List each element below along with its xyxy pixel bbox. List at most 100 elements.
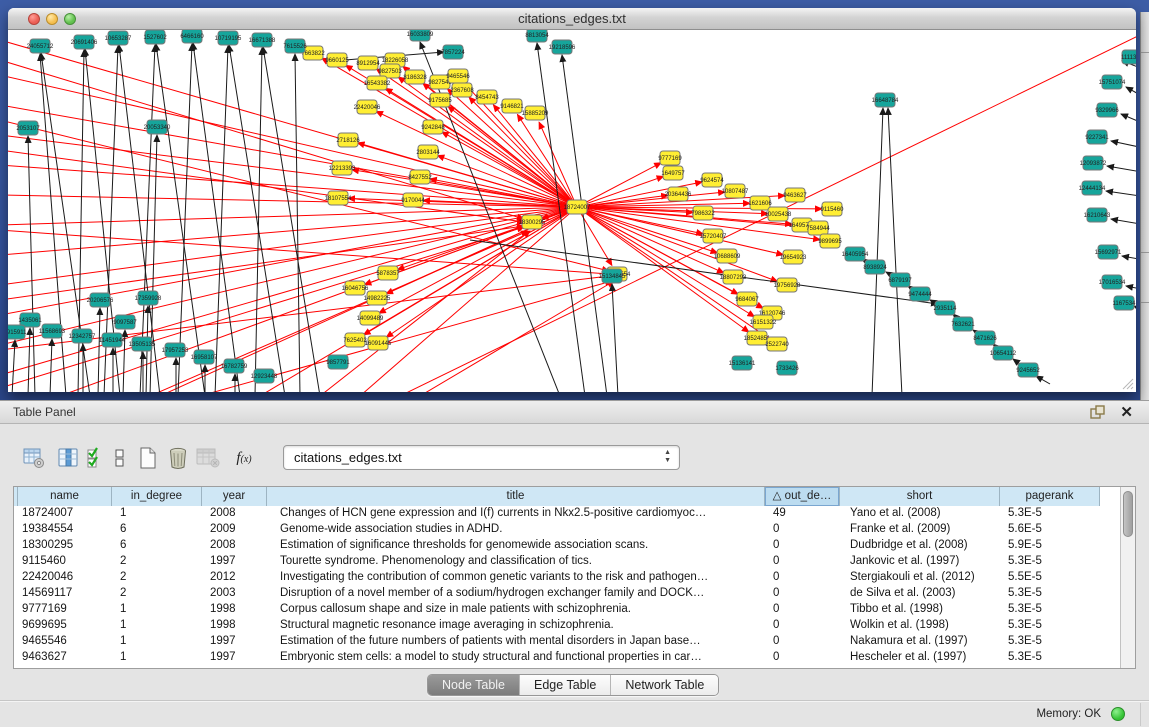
graph-node[interactable]: 16543382 bbox=[364, 76, 391, 90]
graph-node[interactable]: 17359928 bbox=[135, 291, 162, 305]
graph-node[interactable]: 12093872 bbox=[1080, 156, 1107, 170]
graph-node[interactable]: 9227341 bbox=[1085, 130, 1109, 144]
table-row[interactable]: 2242004622012Investigating the contribut… bbox=[14, 570, 1100, 586]
graph-node[interactable]: 14982225 bbox=[364, 291, 391, 305]
graph-node[interactable]: 1527602 bbox=[143, 30, 167, 44]
graph-node[interactable]: 8938924 bbox=[863, 260, 887, 274]
table-settings-button[interactable] bbox=[20, 443, 48, 473]
graph-node[interactable]: 6466160 bbox=[180, 30, 204, 43]
graph-node[interactable]: 15885209 bbox=[522, 106, 549, 120]
graph-node[interactable]: 15692971 bbox=[1095, 245, 1122, 259]
graph-node[interactable]: 9175685 bbox=[428, 93, 452, 107]
network-canvas[interactable]: 1872400718300295193845547663822966012589… bbox=[8, 30, 1136, 392]
graph-node[interactable]: 15136141 bbox=[729, 356, 756, 370]
function-builder-button[interactable]: f(x) bbox=[230, 443, 258, 473]
graph-node[interactable]: 7632621 bbox=[951, 317, 975, 331]
graph-node[interactable]: 12213393 bbox=[329, 161, 356, 175]
show-column-button[interactable] bbox=[54, 443, 82, 473]
graph-node[interactable]: 11568693 bbox=[39, 324, 66, 338]
graph-node[interactable]: 1111304 bbox=[1121, 50, 1136, 64]
graph-node[interactable]: 6879197 bbox=[888, 273, 912, 287]
graph-node[interactable]: 8427552 bbox=[408, 170, 432, 184]
graph-node[interactable]: 15720407 bbox=[700, 229, 727, 243]
graph-node[interactable]: 9329966 bbox=[1095, 103, 1119, 117]
graph-node[interactable]: 14099489 bbox=[357, 311, 384, 325]
graph-node[interactable]: 16405954 bbox=[842, 247, 869, 261]
table-row[interactable]: 1830029562008Estimation of significance … bbox=[14, 538, 1100, 554]
table-vertical-scrollbar[interactable] bbox=[1120, 487, 1135, 668]
graph-node[interactable]: 8454743 bbox=[475, 90, 499, 104]
graph-node[interactable]: 16046756 bbox=[342, 281, 369, 295]
column-header-pagerank[interactable]: pagerank bbox=[1000, 487, 1100, 506]
graph-node[interactable]: 18724007 bbox=[564, 200, 591, 214]
graph-node[interactable]: 11451944 bbox=[99, 333, 126, 347]
scrollbar-thumb[interactable] bbox=[1123, 491, 1133, 537]
graph-node[interactable]: 10719195 bbox=[215, 31, 242, 45]
graph-node[interactable]: 1649757 bbox=[661, 166, 685, 180]
graph-node[interactable]: 2935114 bbox=[934, 301, 958, 315]
graph-node[interactable]: 9115460 bbox=[821, 202, 845, 216]
new-document-button[interactable] bbox=[134, 443, 162, 473]
graph-node[interactable]: 8912954 bbox=[356, 56, 380, 70]
graph-node[interactable]: 9465546 bbox=[446, 69, 470, 83]
graph-node[interactable]: 2367608 bbox=[450, 83, 474, 97]
graph-node[interactable]: 9245652 bbox=[1016, 363, 1040, 377]
graph-node[interactable]: 9899695 bbox=[818, 234, 842, 248]
graph-node[interactable]: 18300295 bbox=[519, 215, 546, 229]
graph-node[interactable]: 20364436 bbox=[665, 187, 692, 201]
column-header-short[interactable]: short bbox=[840, 487, 1000, 506]
tab-network-table[interactable]: Network Table bbox=[611, 675, 718, 695]
graph-node[interactable]: 16151322 bbox=[750, 315, 777, 329]
graph-node[interactable]: 10025438 bbox=[765, 207, 792, 221]
graph-node[interactable]: 8186328 bbox=[403, 70, 427, 84]
column-header-title[interactable]: title bbox=[267, 487, 765, 506]
float-window-icon[interactable] bbox=[1090, 405, 1105, 420]
graph-node[interactable]: 10654112 bbox=[990, 346, 1017, 360]
table-row[interactable]: 1456911722003Disruption of a novel membe… bbox=[14, 586, 1100, 602]
graph-node[interactable]: 2522740 bbox=[765, 337, 789, 351]
graph-node[interactable]: 20206576 bbox=[87, 293, 114, 307]
graph-node[interactable]: 7857224 bbox=[441, 45, 465, 59]
graph-node[interactable]: 13505135 bbox=[129, 337, 156, 351]
table-row[interactable]: 969969511998Structural magnetic resonanc… bbox=[14, 618, 1100, 634]
memory-ok-indicator[interactable] bbox=[1111, 707, 1125, 721]
table-row[interactable]: 1938455462009Genome-wide association stu… bbox=[14, 522, 1100, 538]
table-row[interactable]: 1872400712008Changes of HCN gene express… bbox=[14, 506, 1100, 522]
graph-node[interactable]: 19756928 bbox=[774, 278, 801, 292]
table-chooser-dropdown[interactable]: citations_edges.txt ▲▼ bbox=[283, 445, 680, 470]
graph-node[interactable]: 10688609 bbox=[714, 249, 741, 263]
delete-entries-button[interactable] bbox=[164, 443, 192, 473]
graph-node[interactable]: 9474444 bbox=[908, 287, 932, 301]
close-panel-icon[interactable]: ✕ bbox=[1120, 403, 1133, 421]
graph-node[interactable]: 20053340 bbox=[144, 120, 171, 134]
table-row[interactable]: 911546021997Tourette syndrome. Phenomeno… bbox=[14, 554, 1100, 570]
graph-node[interactable]: 8813054 bbox=[525, 30, 549, 42]
graph-node[interactable]: 5878357 bbox=[376, 266, 400, 280]
graph-node[interactable]: 19218596 bbox=[549, 40, 576, 54]
network-view[interactable]: 1872400718300295193845547663822966012589… bbox=[8, 30, 1136, 392]
graph-node[interactable]: 15751074 bbox=[1099, 75, 1126, 89]
graph-node[interactable]: 9660125 bbox=[325, 53, 349, 67]
graph-node[interactable]: 1167534 bbox=[1113, 296, 1136, 310]
graph-node[interactable]: 22420046 bbox=[354, 100, 381, 114]
graph-node[interactable]: 7584944 bbox=[806, 221, 830, 235]
graph-node[interactable]: 16671388 bbox=[249, 33, 276, 47]
graph-node[interactable]: 19654923 bbox=[780, 250, 807, 264]
graph-node[interactable]: 17957253 bbox=[162, 343, 189, 357]
graph-node[interactable]: 3915911 bbox=[8, 325, 27, 339]
graph-node[interactable]: 17016534 bbox=[1099, 275, 1126, 289]
table-row[interactable]: 977716911998Corpus callosum shape and si… bbox=[14, 602, 1100, 618]
table-row[interactable]: 946554611997Estimation of the future num… bbox=[14, 634, 1100, 650]
resize-grip[interactable] bbox=[1120, 376, 1134, 390]
delete-table-button[interactable] bbox=[194, 443, 222, 473]
network-window-titlebar[interactable]: citations_edges.txt bbox=[8, 8, 1136, 30]
graph-node[interactable]: 12444134 bbox=[1079, 181, 1106, 195]
graph-node[interactable]: 16958107 bbox=[191, 350, 218, 364]
tab-node-table[interactable]: Node Table bbox=[428, 675, 520, 695]
graph-node[interactable]: 7615526 bbox=[283, 39, 307, 53]
graph-node[interactable]: 16782759 bbox=[221, 359, 248, 373]
graph-node[interactable]: 18807293 bbox=[720, 270, 747, 284]
graph-node[interactable]: 15134845 bbox=[599, 269, 626, 283]
graph-node[interactable]: 9463627 bbox=[783, 188, 807, 202]
graph-node[interactable]: 16648784 bbox=[872, 93, 899, 107]
